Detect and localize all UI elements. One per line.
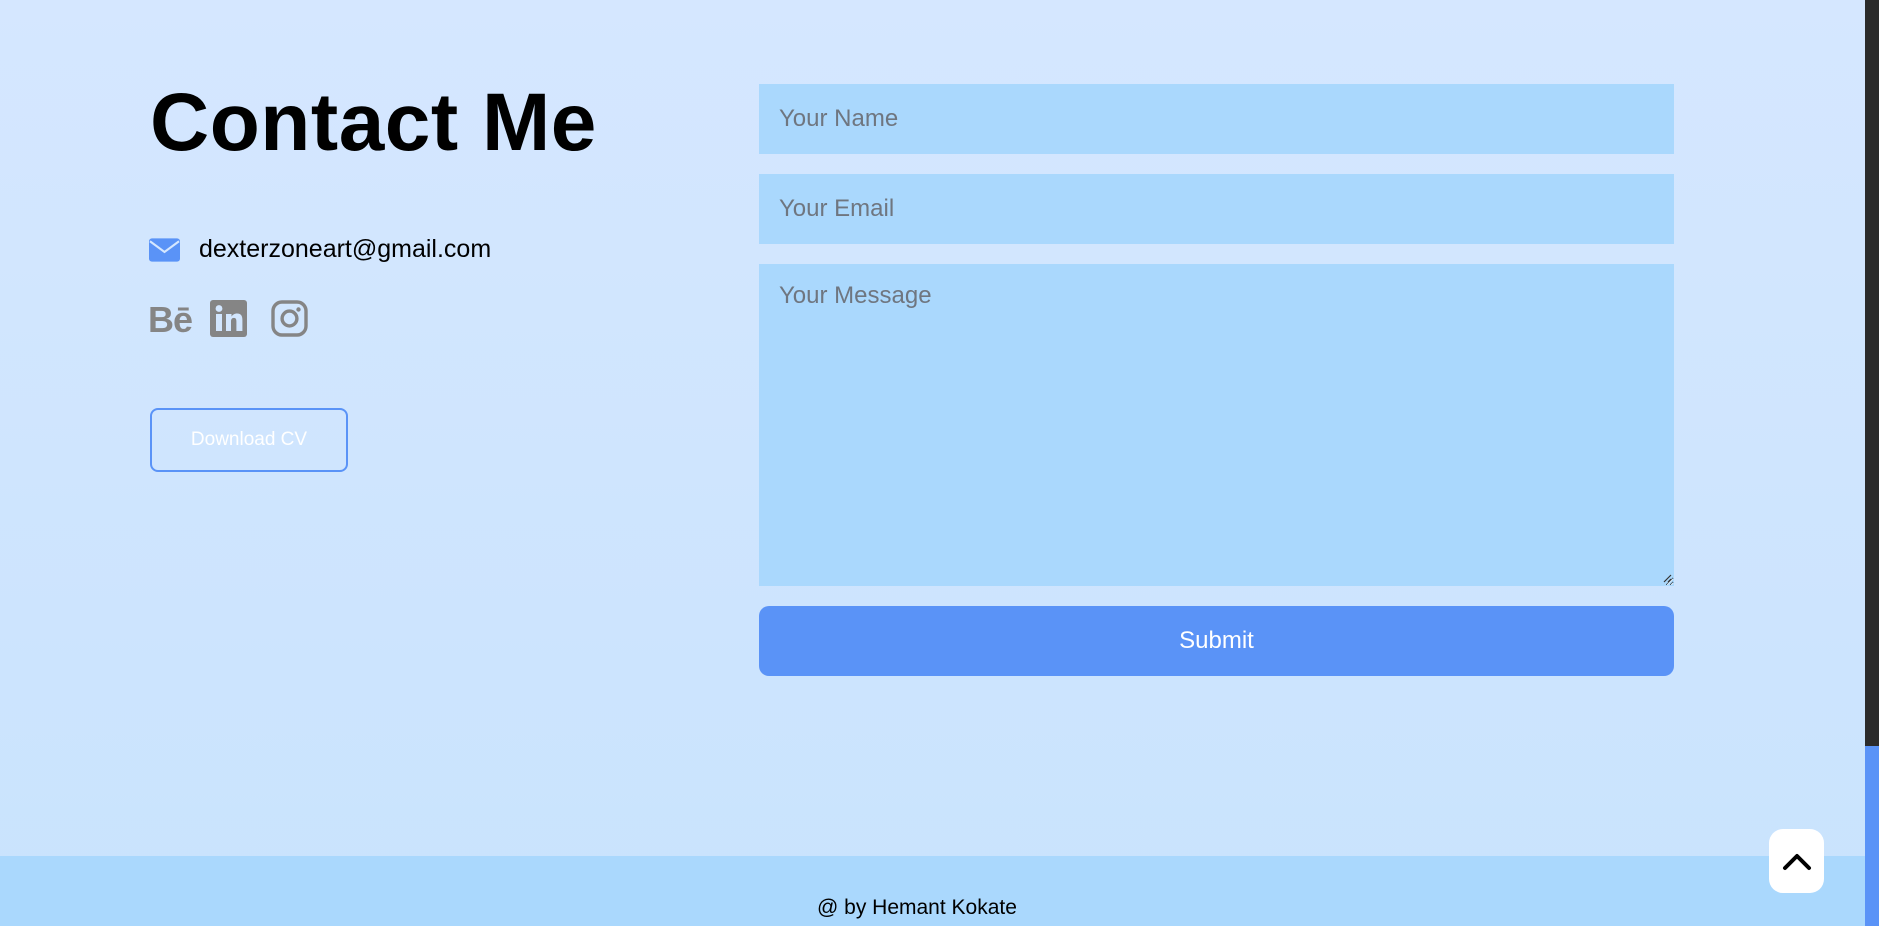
back-to-top-button[interactable] — [1769, 829, 1824, 893]
name-input[interactable] — [759, 84, 1674, 154]
email-row: dexterzoneart@gmail.com — [149, 235, 491, 264]
scrollbar-thumb[interactable] — [1865, 746, 1879, 926]
contact-page: Contact Me dexterzoneart@gmail.com Bē Do… — [0, 0, 1879, 926]
footer: @ by Hemant Kokate — [0, 856, 1865, 926]
behance-icon[interactable]: Bē — [148, 298, 196, 340]
submit-button[interactable]: Submit — [759, 606, 1674, 676]
message-textarea[interactable] — [759, 264, 1674, 586]
email-address[interactable]: dexterzoneart@gmail.com — [199, 235, 491, 264]
email-input[interactable] — [759, 174, 1674, 244]
download-cv-button[interactable]: Download CV — [150, 408, 348, 472]
svg-text:Bē: Bē — [148, 299, 192, 338]
instagram-icon[interactable] — [271, 299, 308, 337]
page-title: Contact Me — [150, 77, 597, 168]
footer-credit: @ by Hemant Kokate — [817, 896, 1017, 919]
mail-icon — [149, 237, 180, 262]
resize-handle-icon[interactable] — [1662, 573, 1672, 583]
chevron-up-icon — [1782, 854, 1811, 870]
social-links: Bē — [148, 298, 308, 340]
linkedin-icon[interactable] — [210, 299, 247, 337]
